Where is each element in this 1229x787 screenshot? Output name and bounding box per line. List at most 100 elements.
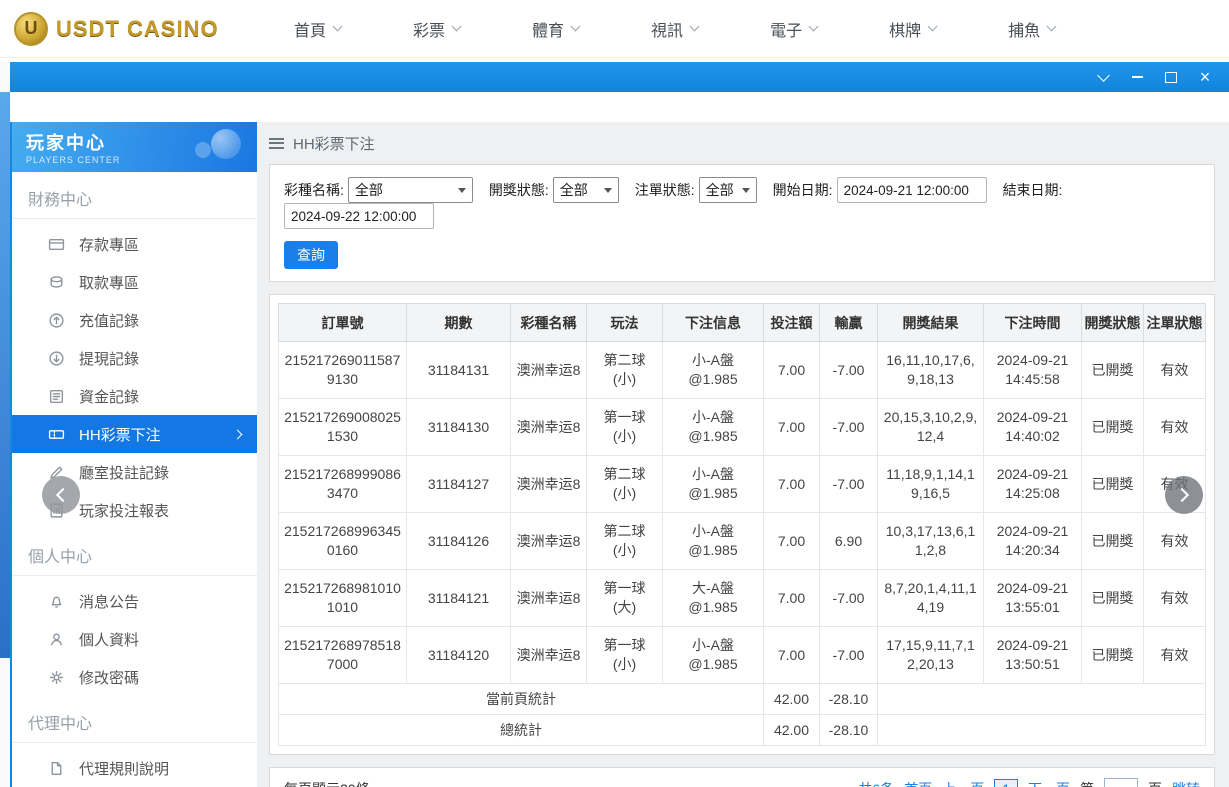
nav-item-home[interactable]: 首頁 <box>294 17 343 41</box>
cell-period: 31184120 <box>406 626 511 684</box>
summary-bet-amount: 42.00 <box>763 714 820 746</box>
nav-item-fishing[interactable]: 捕魚 <box>1008 17 1057 41</box>
carousel-next-button[interactable] <box>1165 476 1203 514</box>
cell-bet-info: 小-A盤@1.985 <box>662 512 764 570</box>
section-header-finance: 財務中心 <box>12 172 257 219</box>
sidebar-item-deposit[interactable]: 存款專區 <box>12 225 257 263</box>
cell-period: 31184131 <box>406 341 511 399</box>
cell-lottery-name: 澳洲幸运8 <box>510 626 587 684</box>
cell-bet-amount: 7.00 <box>763 455 820 513</box>
chevron-down-icon <box>1046 21 1057 32</box>
jump-label-before: 第 <box>1080 779 1094 787</box>
draw-status-select[interactable]: 全部 <box>552 177 619 203</box>
main-content: HH彩票下注 彩種名稱: 全部 開獎狀態: 全部 注單狀態: 全部 開始日期: … <box>257 122 1229 787</box>
cell-bet-amount: 7.00 <box>763 569 820 627</box>
usdt-coin-icon: U <box>14 11 48 46</box>
sidebar-item-label: 充值記錄 <box>79 312 140 330</box>
order-status-select-value: 全部 <box>705 182 734 198</box>
chevron-down-icon <box>457 187 466 193</box>
carousel-prev-button[interactable] <box>42 476 80 514</box>
sidebar-item-label: 資金記錄 <box>79 388 140 406</box>
cell-order-status: 有效 <box>1143 398 1206 456</box>
start-date-label: 開始日期: <box>772 182 833 198</box>
cell-lottery-name: 澳洲幸运8 <box>510 398 587 456</box>
site-logo[interactable]: U USDT CASINO <box>14 11 246 46</box>
nav-item-sports[interactable]: 體育 <box>532 17 581 41</box>
cell-lottery-name: 澳洲幸运8 <box>510 569 587 627</box>
cell-draw-result: 17,15,9,11,7,12,20,13 <box>877 626 984 684</box>
lottery-name-select-value: 全部 <box>354 182 383 198</box>
window-minimize-button[interactable] <box>1123 66 1151 88</box>
first-page-link[interactable]: 首页 <box>904 779 932 787</box>
sidebar-item-announcements[interactable]: 消息公告 <box>12 582 257 620</box>
page-size-text: 每頁顯示20條 <box>284 779 370 787</box>
start-date-input[interactable] <box>836 177 987 203</box>
nav-label: 電子 <box>770 22 803 40</box>
cell-bet-amount: 7.00 <box>763 341 820 399</box>
nav-label: 彩票 <box>413 22 446 40</box>
current-page-number[interactable]: 1 <box>994 779 1018 787</box>
nav-label: 棋牌 <box>889 22 922 40</box>
cell-bet-time: 2024-09-21 13:55:01 <box>983 569 1082 627</box>
recharge-record-icon <box>48 312 65 329</box>
chevron-right-icon <box>232 429 243 439</box>
cell-period: 31184126 <box>406 512 511 570</box>
cell-play-type: 第二球(小) <box>586 455 663 513</box>
cell-order-status: 有效 <box>1143 569 1206 627</box>
sidebar-item-recharge-record[interactable]: 充值記錄 <box>12 301 257 339</box>
cell-lottery-name: 澳洲幸运8 <box>510 512 587 570</box>
password-gear-icon <box>48 669 65 686</box>
sidebar-item-label: 廳室投註記錄 <box>79 464 170 482</box>
chevron-right-icon <box>1174 487 1190 503</box>
cell-win-loss: -7.00 <box>819 398 878 456</box>
profile-person-icon <box>48 631 65 648</box>
jump-page-input[interactable] <box>1104 778 1138 787</box>
main-menu: 首頁 彩票 體育 視訊 電子 棋牌 捕魚 <box>294 17 1057 41</box>
sidebar-item-agent-rules[interactable]: 代理規則說明 <box>12 749 257 787</box>
cell-draw-status: 已開獎 <box>1081 341 1144 399</box>
chevron-down-icon <box>451 21 462 32</box>
cell-play-type: 第二球(小) <box>586 512 663 570</box>
sidebar-item-withdraw[interactable]: 取款專區 <box>12 263 257 301</box>
sidebar-item-funds-record[interactable]: 資金記錄 <box>12 377 257 415</box>
filter-panel: 彩種名稱: 全部 開獎狀態: 全部 注單狀態: 全部 開始日期: 2024-09… <box>269 164 1215 282</box>
nav-item-slots[interactable]: 電子 <box>770 17 819 41</box>
window-close-button[interactable] <box>1191 66 1219 88</box>
chevron-down-icon <box>808 21 819 32</box>
window-body: 玩家中心 PLAYERS CENTER 財務中心 存款專區 取款專區 充值記錄 … <box>10 122 1229 787</box>
sidebar-item-hh-lottery-bets[interactable]: HH彩票下注 <box>12 415 257 453</box>
sidebar-item-cashout-record[interactable]: 提現記錄 <box>12 339 257 377</box>
summary-bet-amount: 42.00 <box>763 683 820 715</box>
cell-bet-time: 2024-09-21 14:40:02 <box>983 398 1082 456</box>
lottery-name-select[interactable]: 全部 <box>347 177 473 203</box>
end-date-label: 結束日期: <box>1002 182 1063 198</box>
cell-win-loss: -7.00 <box>819 455 878 513</box>
cell-order-status: 有效 <box>1143 626 1206 684</box>
table-row: 2152172690115879130 31184131 澳洲幸运8 第二球(小… <box>278 341 1206 399</box>
window-maximize-button[interactable] <box>1157 66 1185 88</box>
jump-button[interactable]: 跳转 <box>1172 779 1200 787</box>
chevron-down-icon <box>603 187 612 193</box>
player-center-window: 玩家中心 PLAYERS CENTER 財務中心 存款專區 取款專區 充值記錄 … <box>10 62 1229 787</box>
cell-order-id: 2152172690115879130 <box>278 341 407 399</box>
sidebar-item-label: 提現記錄 <box>79 350 140 368</box>
nav-item-cards[interactable]: 棋牌 <box>889 17 938 41</box>
pagination-bar: 每頁顯示20條 共6条 首页 上一页 1 下一页 第 页 跳转 <box>269 767 1215 787</box>
cell-lottery-name: 澳洲幸运8 <box>510 341 587 399</box>
col-draw-result: 開獎結果 <box>877 303 984 342</box>
sidebar-item-change-password[interactable]: 修改密碼 <box>12 658 257 696</box>
end-date-input[interactable] <box>284 203 434 229</box>
order-status-select[interactable]: 全部 <box>698 177 757 203</box>
cell-bet-info: 小-A盤@1.985 <box>662 398 764 456</box>
nav-item-lottery[interactable]: 彩票 <box>413 17 462 41</box>
nav-item-live[interactable]: 視訊 <box>651 17 700 41</box>
search-button[interactable]: 查詢 <box>284 241 338 269</box>
sidebar-item-profile[interactable]: 個人資料 <box>12 620 257 658</box>
withdraw-coins-icon <box>48 274 65 291</box>
summary-label: 總統計 <box>278 714 764 746</box>
col-lottery-name: 彩種名稱 <box>510 303 587 342</box>
next-page-link[interactable]: 下一页 <box>1028 779 1070 787</box>
chevron-down-icon <box>332 21 343 32</box>
prev-page-link[interactable]: 上一页 <box>942 779 984 787</box>
window-chevron-down-icon[interactable] <box>1089 66 1117 88</box>
